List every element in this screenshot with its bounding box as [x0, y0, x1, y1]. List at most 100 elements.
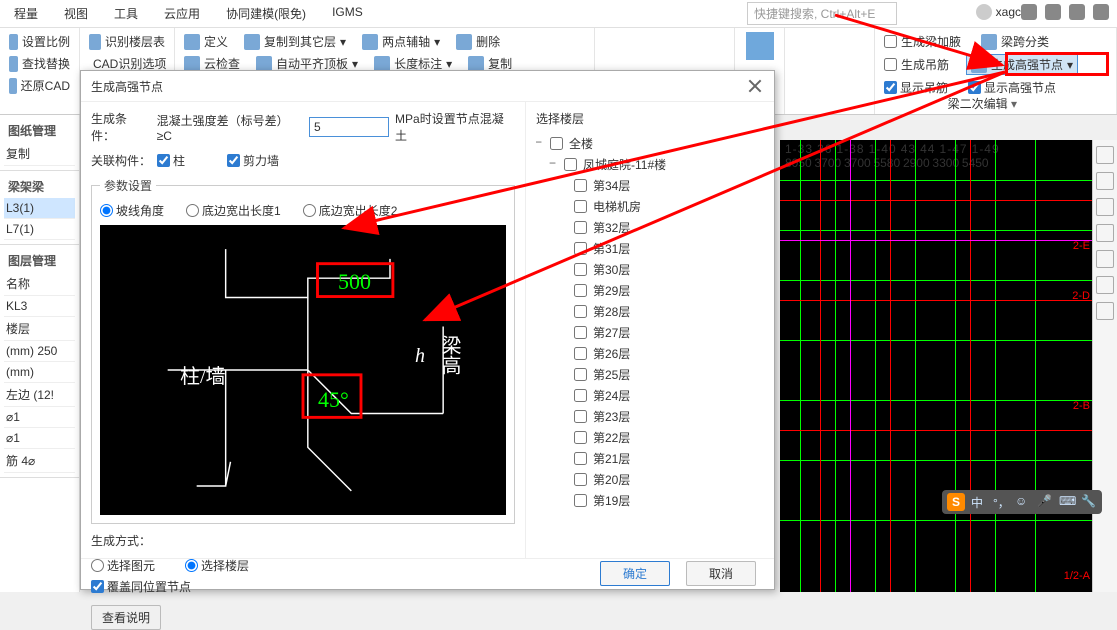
tree-floor[interactable]: 第19层 [536, 490, 764, 511]
rb-aux-axis[interactable]: 两点辅轴 ▾ [359, 32, 443, 51]
node-icon [971, 57, 987, 73]
table-row[interactable]: ⌀1 [4, 428, 75, 449]
view-list-icon[interactable] [1096, 276, 1114, 294]
rb-gen-haunch[interactable]: 生成梁加腋 [881, 32, 964, 51]
param-diagram: 500 45° 柱/墙 h 梁高 [100, 225, 506, 515]
radio-len1[interactable]: 底边宽出长度1 [186, 202, 281, 219]
view-fit-icon[interactable] [1096, 224, 1114, 242]
view-layer-icon[interactable] [1096, 198, 1114, 216]
span-icon [981, 34, 997, 50]
view-iso-icon[interactable] [1096, 250, 1114, 268]
table-row[interactable]: (mm) [4, 362, 75, 383]
drawing-canvas[interactable]: 1-33 36 1-38 1-40 43 44 1-47 1-49 8050 3… [780, 140, 1092, 592]
rb-define[interactable]: 定义 [181, 32, 231, 51]
tree-floor[interactable]: 第34层 [536, 175, 764, 196]
rb-span-class[interactable]: 梁跨分类 [978, 32, 1052, 51]
tree-floor[interactable]: 第32层 [536, 217, 764, 238]
view-more-icon[interactable] [1096, 302, 1114, 320]
diag-val-500: 500 [338, 269, 371, 295]
side-label: 2-E [1073, 240, 1090, 252]
search-input[interactable]: 快捷键搜索, Ctrl+Alt+E [747, 2, 897, 25]
strength-input[interactable] [309, 117, 389, 137]
ime-lang-icon[interactable]: 中 [971, 494, 987, 510]
view-cube-icon[interactable] [1096, 172, 1114, 190]
tree-floor[interactable]: 第28层 [536, 301, 764, 322]
rb-delete[interactable]: 删除 [453, 32, 503, 51]
ime-kbd-icon[interactable]: ⌨ [1059, 494, 1075, 510]
ok-button[interactable]: 确定 [600, 561, 670, 586]
tree-floor[interactable]: 第27层 [536, 322, 764, 343]
dialog-title: 生成高强节点 [91, 78, 163, 95]
rb-restore-cad[interactable]: 还原CAD [6, 76, 73, 95]
assoc-row: 关联构件： 柱 剪力墙 [91, 152, 515, 169]
tree-floor[interactable]: 第23层 [536, 406, 764, 427]
radio-slope[interactable]: 坡线角度 [100, 202, 164, 219]
list-item[interactable]: L7(1) [4, 219, 75, 240]
tab-3[interactable]: 云应用 [160, 3, 204, 24]
rb-find-replace[interactable]: 查找替换 [6, 54, 73, 73]
tab-0[interactable]: 程量 [10, 3, 42, 24]
ime-emoji-icon[interactable]: ☺ [1015, 494, 1031, 510]
rb-copy-layer[interactable]: 复制到其它层 ▾ [241, 32, 349, 51]
ime-bar[interactable]: S 中 °， ☺ 🎤 ⌨ 🔧 [942, 490, 1102, 514]
tree-floor[interactable]: 第21层 [536, 448, 764, 469]
table-row[interactable]: 左边 (12! [4, 383, 75, 407]
rb-set-scale[interactable]: 设置比例 [6, 32, 73, 51]
ime-mic-icon[interactable]: 🎤 [1037, 494, 1053, 510]
grid-icon[interactable] [746, 32, 774, 60]
headset-icon[interactable] [1045, 4, 1061, 20]
copy-icon [244, 34, 260, 50]
rb-floor-table[interactable]: 识别楼层表 [86, 32, 168, 51]
tree-floor[interactable]: 第22层 [536, 427, 764, 448]
table-row[interactable]: KL3 [4, 296, 75, 317]
table-row[interactable]: (mm) 250 [4, 341, 75, 362]
tree-floor[interactable]: 第20层 [536, 469, 764, 490]
scale-icon [9, 34, 18, 50]
chk-shearwall[interactable]: 剪力墙 [227, 152, 279, 169]
help-icon[interactable] [1021, 4, 1037, 20]
tab-4[interactable]: 协同建模(限免) [222, 3, 310, 24]
tree-floor[interactable]: 第24层 [536, 385, 764, 406]
tree-project[interactable]: 凤城庭院-11#楼 [536, 154, 764, 175]
rb-gen-stirrup[interactable]: 生成吊筋 [881, 54, 952, 75]
radio-len2[interactable]: 底边宽出长度2 [303, 202, 398, 219]
param-fieldset: 参数设置 坡线角度 底边宽出长度1 底边宽出长度2 [91, 177, 515, 524]
cancel-button[interactable]: 取消 [686, 561, 756, 586]
tab-2[interactable]: 工具 [110, 3, 142, 24]
explain-button[interactable]: 查看说明 [91, 605, 161, 630]
tree-floor[interactable]: 第30层 [536, 259, 764, 280]
rb-show-stirrup[interactable]: 显示吊筋 [881, 78, 951, 97]
chk-overwrite[interactable]: 覆盖同位置节点 [91, 578, 515, 595]
table-row[interactable]: 楼层 [4, 317, 75, 341]
ime-punct-icon[interactable]: °， [993, 494, 1009, 510]
collapse-icon[interactable] [550, 160, 560, 170]
floor-tree[interactable]: 全楼 凤城庭院-11#楼 第34层电梯机房第32层第31层第30层第29层第28… [536, 133, 764, 550]
avatar-icon [976, 4, 992, 20]
tree-floor[interactable]: 第26层 [536, 343, 764, 364]
table-row[interactable]: ⌀1 [4, 407, 75, 428]
tree-floor[interactable]: 电梯机房 [536, 196, 764, 217]
tree-floor[interactable]: 第31层 [536, 238, 764, 259]
view-3d-icon[interactable] [1096, 146, 1114, 164]
copy-row[interactable]: 复制 [4, 142, 75, 166]
tab-5[interactable]: IGMS [328, 3, 367, 24]
radio-select-elem[interactable]: 选择图元 [91, 557, 155, 574]
condition-label: 生成条件： [91, 110, 151, 144]
radio-select-floor[interactable]: 选择楼层 [185, 557, 249, 574]
table-row[interactable]: 筋 4⌀ [4, 449, 75, 473]
chk-column[interactable]: 柱 [157, 152, 185, 169]
account[interactable]: xagcc [976, 4, 1027, 20]
list-item[interactable]: L3(1) [4, 198, 75, 219]
tab-1[interactable]: 视图 [60, 3, 92, 24]
dialog-right: 选择楼层 全楼 凤城庭院-11#楼 第34层电梯机房第32层第31层第30层第2… [526, 102, 774, 558]
collapse-icon[interactable] [536, 139, 546, 149]
dialog-titlebar: 生成高强节点 [81, 71, 774, 102]
tree-floor[interactable]: 第25层 [536, 364, 764, 385]
tree-root[interactable]: 全楼 [536, 133, 764, 154]
ime-tool-icon[interactable]: 🔧 [1081, 494, 1097, 510]
close-icon[interactable] [746, 77, 764, 95]
skin-icon[interactable] [1069, 4, 1085, 20]
tree-title: 选择楼层 [536, 110, 764, 127]
tree-floor[interactable]: 第29层 [536, 280, 764, 301]
more-icon[interactable] [1093, 4, 1109, 20]
